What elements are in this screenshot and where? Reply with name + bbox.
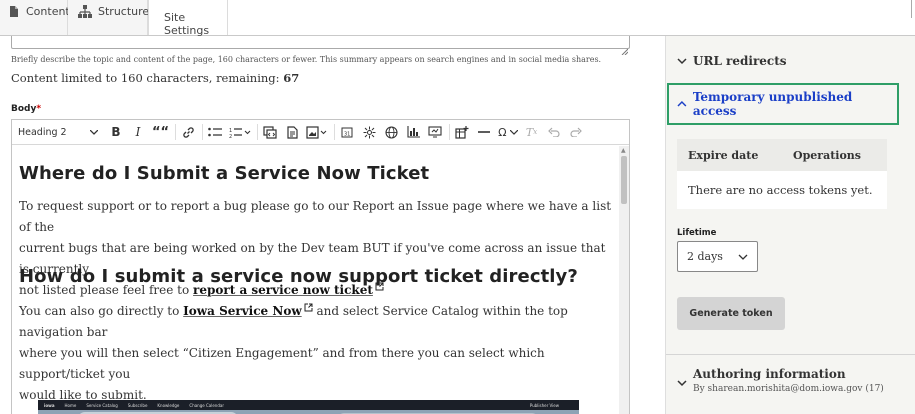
date-icon[interactable]: 31 (339, 123, 355, 141)
required-marker: * (36, 104, 42, 114)
content-file-icon (8, 5, 20, 19)
tab-content[interactable]: Content (0, 0, 70, 35)
chevron-up-icon (677, 100, 687, 107)
screenshot-nav-item: Change Calendar (189, 402, 224, 408)
screenshot-logo: iowa (44, 402, 55, 408)
slideshow-icon[interactable] (427, 123, 443, 141)
main-form: Briefly describe the topic and content o… (0, 36, 665, 414)
table-empty-message: There are no access tokens yet. (688, 183, 873, 197)
lifetime-label: Lifetime (677, 228, 717, 238)
paragraph-iowa-service-now: You can also go directly to Iowa Service… (19, 301, 619, 406)
numbered-list-icon[interactable]: 12 (229, 123, 251, 141)
url-redirects-label: URL redirects (693, 54, 787, 68)
horizontal-line-icon[interactable] (476, 123, 492, 141)
screenshot-nav-item: Service Catalog (86, 402, 118, 408)
resize-handle-icon[interactable] (621, 40, 629, 56)
tab-site-settings-label: Site Settings (164, 11, 210, 37)
insert-table-icon[interactable] (454, 123, 470, 141)
authoring-summary: By sharean.morishita@dom.iowa.gov (17) (693, 384, 884, 394)
temporary-access-label: Temporary unpublished access (692, 90, 853, 118)
paragraph-text: You can also go directly to (19, 304, 184, 318)
counter-remaining: 67 (283, 71, 300, 85)
lifetime-select-value: 2 days (687, 250, 723, 263)
section-divider (666, 354, 915, 355)
tab-content-label: Content (26, 5, 70, 18)
special-characters-glyph: Ω (498, 125, 507, 139)
chart-icon[interactable] (405, 123, 421, 141)
access-tokens-table: Expire date Operations There are no acce… (677, 139, 887, 209)
link-icon[interactable] (180, 123, 196, 141)
chevron-down-icon (677, 58, 687, 65)
body-field-label: Body* (11, 104, 41, 114)
temporary-access-toggle[interactable]: Temporary unpublished access (667, 83, 899, 125)
screenshot-nav-item: Publisher View (529, 402, 559, 408)
editor-toolbar: Heading 2 B I ““ 12 31 Ω Tx (12, 120, 629, 145)
embedded-screenshot[interactable]: iowa Home Service Catalog Subscribe Know… (38, 400, 579, 414)
table-header-row: Expire date Operations (677, 139, 887, 171)
special-characters-icon[interactable]: Ω (498, 123, 518, 141)
meta-sidebar: URL redirects Temporary unpublished acce… (665, 36, 915, 414)
svg-text:2: 2 (229, 134, 232, 138)
summary-textarea[interactable] (11, 36, 630, 56)
counter-prefix: Content limited to 160 characters, remai… (11, 71, 284, 85)
heading-submit-directly: How do I submit a service now support ti… (19, 266, 578, 287)
toolbar-separator (175, 124, 177, 140)
redo-icon[interactable] (568, 123, 584, 141)
italic-button[interactable]: I (130, 123, 146, 141)
embed-icon[interactable] (383, 123, 399, 141)
toolbar-separator (334, 124, 336, 140)
toolbar-edge (911, 0, 915, 18)
bulleted-list-icon[interactable] (207, 123, 223, 141)
editor-content[interactable]: Where do I Submit a Service Now Ticket T… (12, 146, 619, 414)
summary-hint: Briefly describe the topic and content o… (11, 55, 602, 64)
admin-toolbar: Content Structure Site Settings (0, 0, 915, 37)
chevron-down-icon (738, 254, 748, 260)
toolbar-separator (449, 124, 451, 140)
editor-scrollbar[interactable]: ▲ (619, 146, 629, 414)
toolbar-separator (257, 124, 259, 140)
iowa-service-now-link[interactable]: Iowa Service Now (183, 304, 301, 318)
chevron-down-icon (90, 129, 98, 135)
lifetime-select[interactable]: 2 days (677, 241, 758, 272)
character-counter: Content limited to 160 characters, remai… (11, 71, 299, 85)
chevron-down-icon (509, 129, 518, 135)
heading-select[interactable]: Heading 2 (18, 123, 98, 141)
bold-button[interactable]: B (108, 123, 124, 141)
screenshot-nav-item: Knowledge (157, 402, 180, 408)
rich-text-editor: Heading 2 B I ““ 12 31 Ω Tx Where do I S… (11, 119, 630, 414)
accordion-icon[interactable] (361, 123, 377, 141)
paragraph-line: You can also go directly to Iowa Service… (19, 301, 619, 343)
remove-format-icon[interactable]: Tx (524, 123, 540, 141)
toolbar-separator (202, 124, 204, 140)
authoring-text: Authoring information By sharean.morishi… (693, 367, 884, 394)
tab-site-settings[interactable]: Site Settings (148, 0, 228, 37)
screenshot-nav-item: Home (64, 402, 77, 408)
screenshot-nav-item: Subscribe (127, 402, 148, 408)
structure-tree-icon (78, 5, 92, 19)
heading-submit-ticket: Where do I Submit a Service Now Ticket (19, 163, 430, 184)
media-icon[interactable] (306, 123, 328, 141)
code-block-icon[interactable] (262, 123, 278, 141)
generate-token-button[interactable]: Generate token (677, 297, 785, 330)
authoring-information-toggle[interactable]: Authoring information By sharean.morishi… (677, 367, 884, 394)
tab-structure[interactable]: Structure (68, 0, 150, 35)
column-expire-date: Expire date (688, 148, 759, 162)
url-redirects-toggle[interactable]: URL redirects (677, 54, 787, 68)
authoring-title: Authoring information (693, 367, 846, 381)
scroll-up-icon[interactable]: ▲ (621, 147, 626, 154)
source-icon[interactable] (284, 123, 300, 141)
scrollbar-thumb[interactable] (621, 156, 627, 204)
column-operations: Operations (793, 148, 861, 162)
paragraph-line: where you will then select “Citizen Enga… (19, 346, 545, 381)
heading-select-value: Heading 2 (18, 126, 67, 138)
paragraph-line: To request support or to report a bug pl… (19, 199, 612, 234)
body-label-text: Body (11, 104, 37, 114)
tab-structure-label: Structure (98, 5, 150, 18)
blockquote-button[interactable]: ““ (152, 123, 169, 141)
screenshot-navbar: iowa Home Service Catalog Subscribe Know… (38, 400, 579, 410)
external-link-icon (304, 303, 313, 312)
chevron-down-icon (677, 380, 687, 387)
undo-icon[interactable] (546, 123, 562, 141)
svg-text:31: 31 (344, 132, 350, 138)
